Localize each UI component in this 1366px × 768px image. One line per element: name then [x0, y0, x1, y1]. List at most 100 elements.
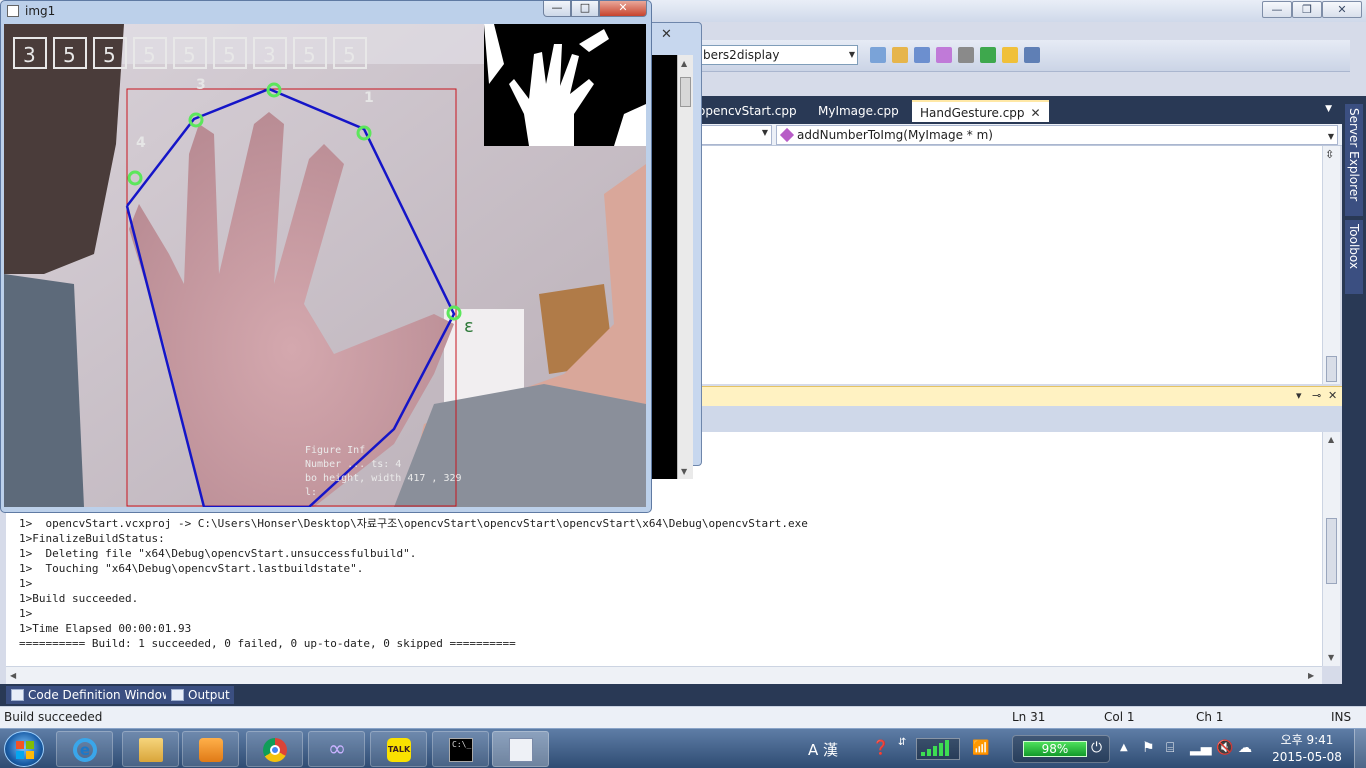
close-button[interactable]: ✕: [599, 1, 647, 17]
scroll-right-icon[interactable]: ▶: [1308, 671, 1314, 680]
properties-icon[interactable]: [892, 47, 908, 63]
vs-minimize-button[interactable]: —: [1262, 1, 1292, 18]
object-browser-icon[interactable]: [914, 47, 930, 63]
minimize-button[interactable]: —: [543, 1, 571, 17]
wireless-icon[interactable]: 📶: [972, 740, 989, 756]
taskbar-opencv-window[interactable]: [492, 731, 549, 767]
status-message: Build succeeded: [4, 710, 103, 724]
editor-tab-strip: opencvStart.cpp MyImage.cpp HandGesture.…: [650, 96, 1342, 124]
show-desktop-button[interactable]: [1354, 729, 1366, 768]
camera-frame: ε 3 4 1 3 5 5 5 5 5 3 5 5 Figure Inf Num…: [4, 24, 646, 507]
taskbar-console[interactable]: C:\_: [432, 731, 489, 767]
code-editor[interactable]: [650, 146, 1322, 384]
folder-icon: [139, 738, 163, 762]
finger-label: 1: [364, 90, 374, 106]
counter-digit: 5: [303, 43, 316, 67]
figure-info-line: Number ... ts: 4: [305, 459, 401, 470]
extension-icon[interactable]: [980, 47, 996, 63]
tab-myimage[interactable]: MyImage.cpp: [810, 100, 907, 122]
scrollbar-thumb[interactable]: [680, 77, 691, 107]
tab-dropdown-icon[interactable]: ▼: [1325, 104, 1332, 114]
output-vertical-scrollbar[interactable]: ▲ ▼: [1322, 432, 1340, 666]
counter-digit: 3: [263, 43, 276, 67]
chevron-down-icon: ▼: [1327, 132, 1334, 141]
window-app-icon: [7, 5, 19, 17]
find-icon[interactable]: [870, 47, 886, 63]
signal-bars-icon[interactable]: ▂▄: [1190, 740, 1212, 756]
tab-opencvstart[interactable]: opencvStart.cpp: [690, 100, 805, 122]
console-output: [649, 55, 677, 479]
console-scrollbar[interactable]: ▲ ▼: [677, 55, 693, 479]
status-char: Ch 1: [1196, 710, 1224, 724]
help-icon[interactable]: ❓: [872, 740, 889, 756]
ime-options-icon[interactable]: ⇵: [898, 737, 906, 748]
taskbar-visual-studio[interactable]: ∞: [308, 731, 365, 767]
clock-time: 오후 9:41: [1280, 733, 1334, 747]
toolbox-icon[interactable]: [936, 47, 952, 63]
server-explorer-tab[interactable]: Server Explorer: [1345, 104, 1363, 216]
usb-device-icon[interactable]: ⌸: [1166, 740, 1174, 756]
scroll-left-icon[interactable]: ◀: [10, 671, 16, 680]
scroll-down-icon[interactable]: ▼: [681, 467, 687, 476]
class-view-icon[interactable]: [1002, 47, 1018, 63]
output-line: 1>Time Elapsed 00:00:01.93: [19, 622, 192, 635]
code-definition-icon: [11, 689, 24, 701]
hand-gesture-frame: ε 3 4 1 3 5 5 5 5 5 3 5 5 Figure Inf Num…: [4, 24, 646, 507]
kakaotalk-icon: TALK: [387, 738, 411, 762]
action-center-flag-icon[interactable]: ⚑: [1142, 740, 1155, 756]
output-line: 1> opencvStart.vcxproj -> C:\Users\Honse…: [19, 517, 808, 530]
counter-digit: 3: [23, 43, 36, 67]
taskbar-ie[interactable]: e: [56, 731, 113, 767]
figure-info-line: bo height, width 417 , 329: [305, 473, 462, 484]
output-line: 1> Deleting file "x64\Debug\opencvStart.…: [19, 547, 417, 560]
show-hidden-icons[interactable]: ▲: [1120, 742, 1128, 753]
member-dropdown[interactable]: addNumberToImg(MyImage * m) ▼: [776, 125, 1338, 145]
command-window-icon[interactable]: [1024, 47, 1040, 63]
vs-right-sidebar: Server Explorer Toolbox: [1342, 96, 1366, 706]
output-icon: [171, 689, 184, 701]
counter-digit: 5: [223, 43, 236, 67]
scroll-up-icon[interactable]: ▲: [681, 59, 687, 68]
editor-vertical-scrollbar[interactable]: ⇳: [1322, 146, 1340, 384]
ime-indicator[interactable]: A 漢: [808, 739, 838, 760]
tab-code-definition-window[interactable]: Code Definition Window: [6, 686, 176, 704]
network-meter[interactable]: [916, 738, 960, 760]
image-window[interactable]: img1 — □ ✕ ε 3 4 1 3 5 5 5 5 5 3 5 5 Fig…: [0, 0, 652, 513]
output-horizontal-scrollbar[interactable]: ◀ ▶: [6, 666, 1322, 684]
taskbar-explorer[interactable]: [122, 731, 179, 767]
scroll-up-icon[interactable]: ▲: [1328, 435, 1334, 444]
close-icon[interactable]: ✕: [1328, 389, 1337, 402]
tab-output[interactable]: Output: [166, 686, 234, 704]
status-bar: Build succeeded Ln 31 Col 1 Ch 1 INS: [0, 706, 1366, 728]
clock-date: 2015-05-08: [1272, 750, 1342, 764]
solution-config-combo[interactable]: bers2display ▼: [700, 45, 858, 65]
finger-counter-digits: 3 5 5 5 5 5 3 5 5: [23, 43, 356, 67]
pane-dropdown-icon[interactable]: ▾: [1296, 389, 1302, 402]
figure-info-line: Figure Inf: [305, 445, 365, 456]
tab-output-label: Output: [188, 688, 230, 702]
scrollbar-thumb[interactable]: [1326, 518, 1337, 584]
split-icon[interactable]: ⇳: [1325, 148, 1334, 161]
member-dropdown-value: addNumberToImg(MyImage * m): [797, 128, 993, 142]
vs-close-button[interactable]: ✕: [1322, 1, 1362, 18]
volume-muted-icon[interactable]: 🔇: [1216, 740, 1233, 756]
taskbar-chrome[interactable]: [246, 731, 303, 767]
close-icon[interactable]: ✕: [1031, 106, 1041, 120]
pin-icon[interactable]: ⊸: [1312, 389, 1321, 402]
console-close-icon[interactable]: ✕: [661, 27, 672, 42]
toolbox-tab[interactable]: Toolbox: [1345, 220, 1363, 294]
figure-info-line: l:: [305, 487, 317, 498]
cloud-icon[interactable]: ☁: [1238, 740, 1252, 756]
taskbar-kakaotalk[interactable]: TALK: [370, 731, 427, 767]
scroll-down-icon[interactable]: ▼: [1328, 653, 1334, 662]
taskbar-media-player[interactable]: [182, 731, 239, 767]
system-clock[interactable]: 오후 9:41 2015-05-08: [1268, 732, 1346, 766]
start-button[interactable]: [4, 731, 44, 767]
scrollbar-thumb[interactable]: [1326, 356, 1337, 382]
tools-icon[interactable]: [958, 47, 974, 63]
bottom-tab-strip: Code Definition Window Output: [0, 684, 1342, 706]
maximize-button[interactable]: □: [571, 1, 599, 17]
battery-widget[interactable]: 98% ⏻: [1012, 735, 1110, 763]
tab-handgesture[interactable]: HandGesture.cpp ✕: [912, 100, 1049, 122]
vs-maximize-button[interactable]: ❐: [1292, 1, 1322, 18]
